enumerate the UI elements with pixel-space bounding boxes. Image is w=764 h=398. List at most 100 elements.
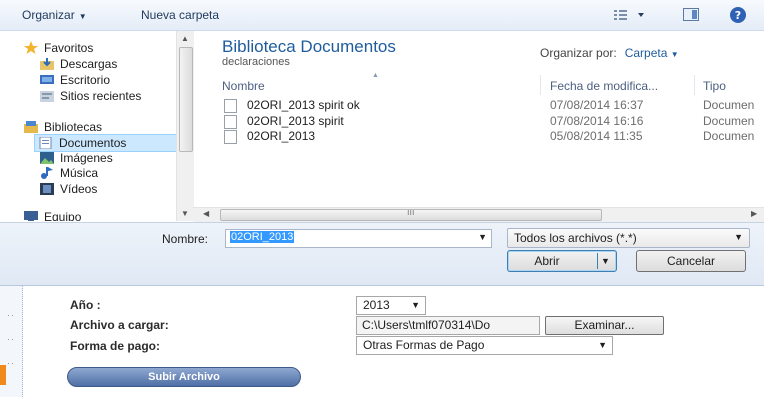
year-label: Año : <box>70 298 101 312</box>
help-icon: ? <box>730 7 746 23</box>
nav-documents-label: Documentos <box>59 136 127 150</box>
file-date: 07/08/2014 16:37 <box>550 98 644 112</box>
svg-text:?: ? <box>735 9 741 22</box>
arrange-by-value: Carpeta <box>624 46 668 60</box>
arrange-by-dropdown[interactable]: Carpeta ▼ <box>625 46 679 60</box>
column-header-name[interactable]: Nombre <box>222 79 265 93</box>
submit-file-button[interactable]: Subir Archivo <box>67 367 301 387</box>
open-button[interactable]: Abrir ▼ <box>507 250 617 272</box>
new-folder-button[interactable]: Nueva carpeta <box>141 8 219 22</box>
star-icon <box>24 41 38 54</box>
file-date: 07/08/2014 16:16 <box>550 114 644 128</box>
navigation-pane: Favoritos Descargas Escritorio Sitios re… <box>0 31 176 221</box>
file-name: 02ORI_2013 spirit ok <box>247 98 360 112</box>
browse-button[interactable]: Examinar... <box>545 316 664 335</box>
nav-music-label: Música <box>60 166 99 180</box>
file-row[interactable]: 02ORI_2013 05/08/2014 11:35 Documen <box>222 129 764 144</box>
file-open-dialog: Organizar ▼ Nueva carpeta ? Favoritos De… <box>0 0 764 285</box>
cancel-button[interactable]: Cancelar <box>636 250 746 272</box>
organize-button[interactable]: Organizar ▼ <box>22 8 87 22</box>
dots-decoration: ·· <box>7 358 15 368</box>
dots-decoration: ·· <box>7 334 15 344</box>
nav-libraries[interactable]: Bibliotecas <box>24 119 102 135</box>
filename-value: 02ORI_2013 <box>230 231 295 243</box>
file-name: 02ORI_2013 spirit <box>247 114 344 128</box>
nav-downloads[interactable]: Descargas <box>40 56 117 72</box>
horizontal-scroll-thumb[interactable]: ııı <box>220 207 602 221</box>
sort-ascending-icon: ▲ <box>372 72 379 79</box>
chevron-down-icon: ▼ <box>734 232 743 242</box>
computer-icon <box>24 211 38 221</box>
nav-recent-places[interactable]: Sitios recientes <box>40 88 141 104</box>
column-divider <box>694 75 695 95</box>
grip-icon: ııı <box>407 207 415 217</box>
nav-desktop[interactable]: Escritorio <box>40 72 110 88</box>
file-type: Documen <box>703 129 755 143</box>
nav-scroll-thumb[interactable] <box>179 47 193 152</box>
year-value: 2013 <box>363 298 390 312</box>
arrange-by-label: Organizar por: <box>540 46 617 60</box>
documents-icon <box>39 136 53 150</box>
help-button[interactable]: ? <box>729 6 747 27</box>
file-type-filter-value: Todos los archivos (*.*) <box>514 231 637 245</box>
nav-favorites[interactable]: Favoritos <box>24 40 93 56</box>
nav-music[interactable]: Música <box>40 165 98 181</box>
nav-images-label: Imágenes <box>60 151 113 165</box>
chevron-down-icon: ▼ <box>78 12 87 21</box>
nav-favorites-label: Favoritos <box>44 41 94 55</box>
nav-desktop-label: Escritorio <box>60 73 111 87</box>
horizontal-scrollbar[interactable]: ◀ ııı ▶ <box>193 207 764 222</box>
chevron-down-icon: ▼ <box>411 300 420 310</box>
payment-method-select[interactable]: Otras Formas de Pago ▼ <box>356 336 613 355</box>
scroll-left-icon[interactable]: ◀ <box>203 209 209 218</box>
music-icon <box>40 167 54 179</box>
file-date: 05/08/2014 11:35 <box>550 129 643 143</box>
nav-images[interactable]: Imágenes <box>40 150 113 166</box>
payment-method-value: Otras Formas de Pago <box>363 338 485 352</box>
arrange-by: Organizar por: Carpeta ▼ <box>540 46 679 60</box>
nav-scrollbar[interactable]: ▲ ▼ <box>176 31 194 221</box>
view-list-icon <box>614 10 644 20</box>
filename-input[interactable]: 02ORI_2013 ▼ <box>225 229 492 248</box>
nav-downloads-label: Descargas <box>60 57 118 71</box>
file-type-filter[interactable]: Todos los archivos (*.*) ▼ <box>507 228 750 248</box>
nav-recent-label: Sitios recientes <box>60 89 142 103</box>
orange-accent-bar <box>0 365 6 385</box>
library-subtitle: declaraciones <box>222 56 290 68</box>
images-icon <box>40 152 54 164</box>
file-icon <box>224 115 237 129</box>
file-row[interactable]: 02ORI_2013 spirit ok 07/08/2014 16:37 Do… <box>222 98 764 113</box>
nav-videos[interactable]: Vídeos <box>40 181 97 197</box>
nav-computer-label: Equipo <box>44 210 82 221</box>
chevron-down-icon: ▼ <box>598 340 607 350</box>
downloads-icon <box>40 58 54 70</box>
file-icon <box>224 130 237 144</box>
split-divider <box>597 253 598 269</box>
desktop-icon <box>40 74 54 86</box>
dots-decoration: ·· <box>7 310 15 320</box>
libraries-icon <box>24 121 38 133</box>
payment-method-label: Forma de pago: <box>70 339 161 353</box>
column-header-date[interactable]: Fecha de modifica... <box>550 79 658 93</box>
file-name: 02ORI_2013 <box>247 129 316 143</box>
file-row[interactable]: 02ORI_2013 spirit 07/08/2014 16:16 Docum… <box>222 114 764 129</box>
nav-videos-label: Vídeos <box>60 182 98 196</box>
filename-label: Nombre: <box>162 232 209 246</box>
dialog-toolbar: Organizar ▼ Nueva carpeta ? <box>0 0 764 31</box>
chevron-down-icon[interactable]: ▼ <box>478 232 487 242</box>
scroll-right-icon[interactable]: ▶ <box>751 209 757 218</box>
recent-places-icon <box>40 90 54 102</box>
scroll-down-icon[interactable]: ▼ <box>181 209 189 218</box>
nav-computer[interactable]: Equipo <box>24 209 81 221</box>
file-path-input[interactable]: C:\Users\tmlf070314\Do <box>356 316 540 335</box>
library-title: Biblioteca Documentos <box>222 37 396 56</box>
scroll-up-icon[interactable]: ▲ <box>181 34 189 43</box>
preview-pane-button[interactable] <box>683 8 699 24</box>
nav-libraries-label: Bibliotecas <box>44 120 103 134</box>
file-icon <box>224 99 237 113</box>
chevron-down-icon[interactable]: ▼ <box>601 251 610 271</box>
column-header-type[interactable]: Tipo <box>703 79 726 93</box>
organize-label: Organizar <box>22 8 75 22</box>
view-options-button[interactable] <box>614 9 648 25</box>
year-select[interactable]: 2013 ▼ <box>356 296 426 315</box>
